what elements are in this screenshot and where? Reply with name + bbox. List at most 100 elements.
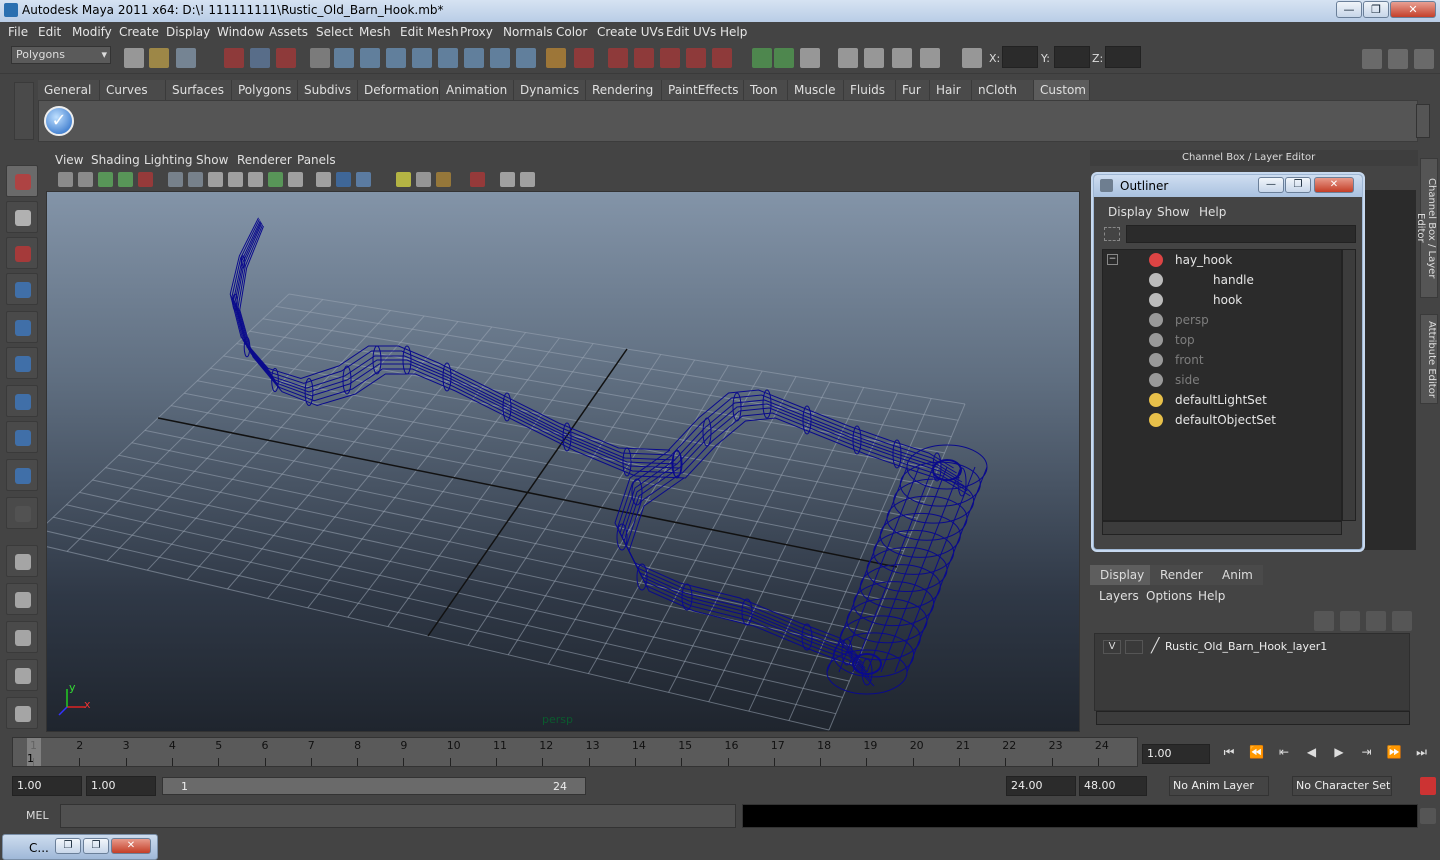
panel-tool-icon[interactable] (316, 172, 331, 187)
panel-tool-icon[interactable] (168, 172, 183, 187)
minimized-maximize-button[interactable]: ❐ (83, 838, 109, 854)
shelf-tab-general[interactable]: General (38, 80, 100, 100)
outliner-menu-display[interactable]: Display (1108, 205, 1152, 219)
status-tool-icon[interactable] (634, 48, 654, 68)
move-layer-down-icon[interactable] (1340, 611, 1360, 631)
outliner-search-field[interactable] (1126, 225, 1356, 243)
status-tool-icon[interactable] (892, 48, 912, 68)
outliner-close-button[interactable]: ✕ (1314, 177, 1354, 193)
shelf-tab-rendering[interactable]: Rendering (586, 80, 662, 100)
shelf-tab-custom[interactable]: Custom (1034, 80, 1090, 100)
menu-display[interactable]: Display (166, 25, 210, 39)
shelf-tab-dynamics[interactable]: Dynamics (514, 80, 586, 100)
z-coord-field[interactable] (1105, 46, 1141, 68)
panel-tool-icon[interactable] (248, 172, 263, 187)
shelf-tab-ncloth[interactable]: nCloth (972, 80, 1034, 100)
shelf-tab-painteffects[interactable]: PaintEffects (662, 80, 744, 100)
shelf-check-icon[interactable]: ✓ (44, 106, 74, 136)
status-tool-icon[interactable] (149, 48, 169, 68)
status-tool-icon[interactable] (310, 48, 330, 68)
layer-menu-options[interactable]: Options (1146, 589, 1192, 603)
menu-set-dropdown[interactable]: Polygons ▾ (11, 46, 111, 64)
panel-tool-icon[interactable] (396, 172, 411, 187)
shelf-tab-fur[interactable]: Fur (896, 80, 930, 100)
status-tool-icon[interactable] (516, 48, 536, 68)
step-forward-frame-icon[interactable]: ⇥ (1356, 745, 1378, 763)
range-slider-bar[interactable]: 1 24 (162, 777, 586, 795)
panel-tool-icon[interactable] (356, 172, 371, 187)
layer-menu-layers[interactable]: Layers (1099, 589, 1139, 603)
outliner-minimize-button[interactable]: — (1258, 177, 1284, 193)
panel-menu-shading[interactable]: Shading (91, 153, 140, 167)
animation-preferences-icon[interactable] (1420, 777, 1436, 795)
tool-icon[interactable] (6, 697, 38, 729)
status-tool-icon[interactable] (250, 48, 270, 68)
shelf-tab-surfaces[interactable]: Surfaces (166, 80, 232, 100)
panel-tool-icon[interactable] (436, 172, 451, 187)
shelf-tab-polygons[interactable]: Polygons (232, 80, 298, 100)
panel-menu-renderer[interactable]: Renderer (237, 153, 292, 167)
playback-start-field[interactable]: 1.00 (86, 776, 156, 796)
step-back-key-icon[interactable]: ⏪ (1246, 745, 1268, 763)
command-input[interactable] (60, 804, 736, 828)
tool-icon[interactable] (6, 273, 38, 305)
status-tool-icon[interactable] (774, 48, 794, 68)
move-layer-up-icon[interactable] (1314, 611, 1334, 631)
tool-icon[interactable] (6, 621, 38, 653)
status-tool-icon[interactable] (464, 48, 484, 68)
step-back-frame-icon[interactable]: ⇤ (1273, 745, 1295, 763)
panel-menu-lighting[interactable]: Lighting (144, 153, 193, 167)
status-tool-icon[interactable] (864, 48, 884, 68)
tab-layer-anim[interactable]: Anim (1212, 565, 1263, 585)
shelf-tab-fluids[interactable]: Fluids (844, 80, 896, 100)
shelf-menu-icon[interactable] (14, 82, 34, 140)
panel-tool-icon[interactable] (470, 172, 485, 187)
outliner-item[interactable]: hay_hook (1103, 250, 1339, 270)
tool-icon[interactable] (6, 201, 38, 233)
status-tool-icon[interactable] (752, 48, 772, 68)
command-language-label[interactable]: MEL (26, 809, 49, 822)
outliner-item[interactable]: defaultObjectSet (1103, 410, 1339, 430)
status-tool-icon[interactable] (276, 48, 296, 68)
play-backwards-icon[interactable]: ◀ (1301, 745, 1323, 763)
status-tool-icon[interactable] (124, 48, 144, 68)
status-tool-icon[interactable] (962, 48, 982, 68)
shelf-scroll-icon[interactable] (1416, 104, 1430, 138)
start-time-field[interactable]: 1.00 (12, 776, 82, 796)
status-tool-icon[interactable] (546, 48, 566, 68)
panel-menu-view[interactable]: View (55, 153, 83, 167)
outliner-menu-help[interactable]: Help (1199, 205, 1226, 219)
panel-tool-icon[interactable] (500, 172, 515, 187)
menu-modify[interactable]: Modify (72, 25, 112, 39)
y-coord-field[interactable] (1054, 46, 1090, 68)
outliner-item[interactable]: persp (1103, 310, 1339, 330)
create-empty-layer-icon[interactable] (1366, 611, 1386, 631)
minimized-restore-button[interactable]: ❐ (55, 838, 81, 854)
minimized-close-button[interactable]: ✕ (111, 838, 151, 854)
script-editor-icon[interactable] (1420, 808, 1436, 824)
outliner-item[interactable]: front (1103, 350, 1339, 370)
status-tool-icon[interactable] (412, 48, 432, 68)
layer-color-swatch-icon[interactable]: ╱ (1151, 638, 1159, 654)
layer-row[interactable]: V ╱ Rustic_Old_Barn_Hook_layer1 (1099, 638, 1407, 656)
tool-icon[interactable] (6, 237, 38, 269)
menu-window[interactable]: Window (217, 25, 264, 39)
outliner-horizontal-scrollbar[interactable] (1102, 521, 1342, 535)
shelf-tab-hair[interactable]: Hair (930, 80, 972, 100)
panel-tool-icon[interactable] (188, 172, 203, 187)
tab-layer-render[interactable]: Render (1150, 565, 1213, 585)
channel-box-toggle-icon[interactable] (1362, 49, 1382, 69)
status-tool-icon[interactable] (176, 48, 196, 68)
shelf-tab-muscle[interactable]: Muscle (788, 80, 844, 100)
end-time-field[interactable]: 48.00 (1079, 776, 1147, 796)
menu-help[interactable]: Help (720, 25, 747, 39)
tool-icon[interactable] (6, 165, 38, 197)
status-tool-icon[interactable] (660, 48, 680, 68)
panel-menu-panels[interactable]: Panels (297, 153, 336, 167)
panel-tool-icon[interactable] (268, 172, 283, 187)
status-tool-icon[interactable] (686, 48, 706, 68)
panel-tool-icon[interactable] (98, 172, 113, 187)
layer-display-type-toggle[interactable] (1125, 640, 1143, 654)
outliner-item[interactable]: hook (1103, 290, 1339, 310)
tab-layer-display[interactable]: Display (1090, 565, 1155, 585)
